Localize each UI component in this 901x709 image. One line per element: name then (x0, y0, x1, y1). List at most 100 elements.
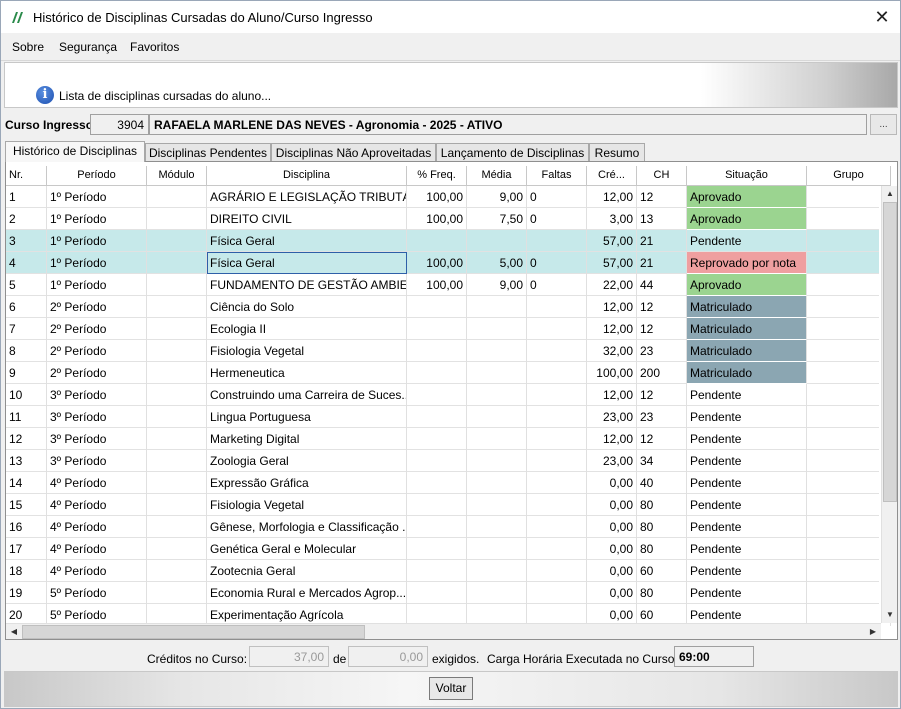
cell-situacao[interactable]: Aprovado (687, 208, 807, 230)
cell-nr[interactable]: 5 (6, 274, 47, 296)
cell-situacao[interactable]: Pendente (687, 428, 807, 450)
cell-grupo[interactable] (807, 296, 891, 318)
cell-modulo[interactable] (147, 428, 207, 450)
cell-freq[interactable]: 100,00 (407, 186, 467, 208)
cell-situacao[interactable]: Pendente (687, 560, 807, 582)
cell-grupo[interactable] (807, 494, 891, 516)
column-header[interactable]: Média (467, 166, 527, 186)
cell-media[interactable] (467, 538, 527, 560)
cell-freq[interactable] (407, 538, 467, 560)
cell-modulo[interactable] (147, 208, 207, 230)
cell-periodo[interactable]: 3º Período (47, 406, 147, 428)
scroll-right-icon[interactable]: ▶ (865, 624, 881, 639)
cell-periodo[interactable]: 4º Período (47, 472, 147, 494)
cell-periodo[interactable]: 1º Período (47, 274, 147, 296)
cell-media[interactable] (467, 384, 527, 406)
cell-grupo[interactable] (807, 340, 891, 362)
vertical-scrollbar[interactable]: ▲ ▼ (881, 186, 897, 623)
cell-cred[interactable]: 12,00 (587, 384, 637, 406)
scroll-up-icon[interactable]: ▲ (882, 186, 897, 202)
cell-media[interactable] (467, 406, 527, 428)
cell-ch[interactable]: 12 (637, 318, 687, 340)
cell-faltas[interactable] (527, 296, 587, 318)
cell-freq[interactable] (407, 406, 467, 428)
cell-grupo[interactable] (807, 274, 891, 296)
column-header[interactable]: Nr. (6, 166, 47, 186)
cell-modulo[interactable] (147, 560, 207, 582)
cell-modulo[interactable] (147, 582, 207, 604)
cell-media[interactable] (467, 450, 527, 472)
cell-faltas[interactable] (527, 494, 587, 516)
cell-cred[interactable]: 23,00 (587, 406, 637, 428)
close-icon[interactable]: ✕ (868, 3, 896, 31)
cell-cred[interactable]: 0,00 (587, 472, 637, 494)
cell-ch[interactable]: 34 (637, 450, 687, 472)
cell-nr[interactable]: 12 (6, 428, 47, 450)
cell-periodo[interactable]: 1º Período (47, 230, 147, 252)
column-header[interactable]: Situação (687, 166, 807, 186)
cell-grupo[interactable] (807, 252, 891, 274)
table-row[interactable]: 17 4º Período Genética Geral e Molecular 0,… (6, 538, 891, 560)
column-header[interactable]: CH (637, 166, 687, 186)
column-header[interactable]: Período (47, 166, 147, 186)
cell-periodo[interactable]: 2º Período (47, 318, 147, 340)
cell-faltas[interactable] (527, 318, 587, 340)
cell-media[interactable] (467, 318, 527, 340)
cell-situacao[interactable]: Aprovado (687, 186, 807, 208)
cell-faltas[interactable] (527, 230, 587, 252)
cell-disciplina[interactable]: Marketing Digital (207, 428, 407, 450)
cell-situacao[interactable]: Pendente (687, 472, 807, 494)
tab-resumo[interactable]: Resumo (589, 143, 645, 161)
cell-cred[interactable]: 3,00 (587, 208, 637, 230)
cell-grupo[interactable] (807, 538, 891, 560)
table-row[interactable]: 18 4º Período Zootecnia Geral 0,00 60 Pendent… (6, 560, 891, 582)
cell-ch[interactable]: 80 (637, 516, 687, 538)
column-header[interactable]: Disciplina (207, 166, 407, 186)
cell-modulo[interactable] (147, 538, 207, 560)
cell-cred[interactable]: 12,00 (587, 186, 637, 208)
tab-nao-aproveitadas[interactable]: Disciplinas Não Aproveitadas (271, 143, 436, 161)
cell-freq[interactable]: 100,00 (407, 252, 467, 274)
cell-modulo[interactable] (147, 318, 207, 340)
cell-freq[interactable] (407, 296, 467, 318)
cell-media[interactable]: 9,00 (467, 186, 527, 208)
table-row[interactable]: 7 2º Período Ecologia II 12,00 12 Matriculado (6, 318, 891, 340)
cell-periodo[interactable]: 5º Período (47, 582, 147, 604)
cell-nr[interactable]: 13 (6, 450, 47, 472)
cell-grupo[interactable] (807, 186, 891, 208)
tab-lancamento[interactable]: Lançamento de Disciplinas (436, 143, 589, 161)
cell-faltas[interactable] (527, 582, 587, 604)
cell-grupo[interactable] (807, 230, 891, 252)
cell-faltas[interactable] (527, 362, 587, 384)
cell-situacao[interactable]: Pendente (687, 230, 807, 252)
cell-freq[interactable] (407, 428, 467, 450)
cell-freq[interactable]: 100,00 (407, 208, 467, 230)
cell-ch[interactable]: 21 (637, 252, 687, 274)
cell-ch[interactable]: 80 (637, 494, 687, 516)
cell-cred[interactable]: 12,00 (587, 296, 637, 318)
cell-freq[interactable] (407, 560, 467, 582)
cell-modulo[interactable] (147, 494, 207, 516)
cell-disciplina[interactable]: DIREITO CIVIL (207, 208, 407, 230)
cell-faltas[interactable] (527, 560, 587, 582)
cell-modulo[interactable] (147, 384, 207, 406)
cell-situacao[interactable]: Matriculado (687, 340, 807, 362)
cell-disciplina[interactable]: Gênese, Morfologia e Classificação ... (207, 516, 407, 538)
cell-nr[interactable]: 2 (6, 208, 47, 230)
cell-grupo[interactable] (807, 384, 891, 406)
menu-sobre[interactable]: Sobre (12, 40, 44, 54)
cell-freq[interactable] (407, 362, 467, 384)
cell-modulo[interactable] (147, 450, 207, 472)
cell-cred[interactable]: 32,00 (587, 340, 637, 362)
cell-ch[interactable]: 12 (637, 186, 687, 208)
cell-modulo[interactable] (147, 274, 207, 296)
cell-nr[interactable]: 10 (6, 384, 47, 406)
cell-nr[interactable]: 19 (6, 582, 47, 604)
cell-nr[interactable]: 6 (6, 296, 47, 318)
cell-media[interactable] (467, 296, 527, 318)
table-row[interactable]: 12 3º Período Marketing Digital 12,00 12 Pend… (6, 428, 891, 450)
cell-ch[interactable]: 21 (637, 230, 687, 252)
column-header[interactable]: % Freq. (407, 166, 467, 186)
table-row[interactable]: 14 4º Período Expressão Gráfica 0,00 40 Pende… (6, 472, 891, 494)
cell-grupo[interactable] (807, 560, 891, 582)
